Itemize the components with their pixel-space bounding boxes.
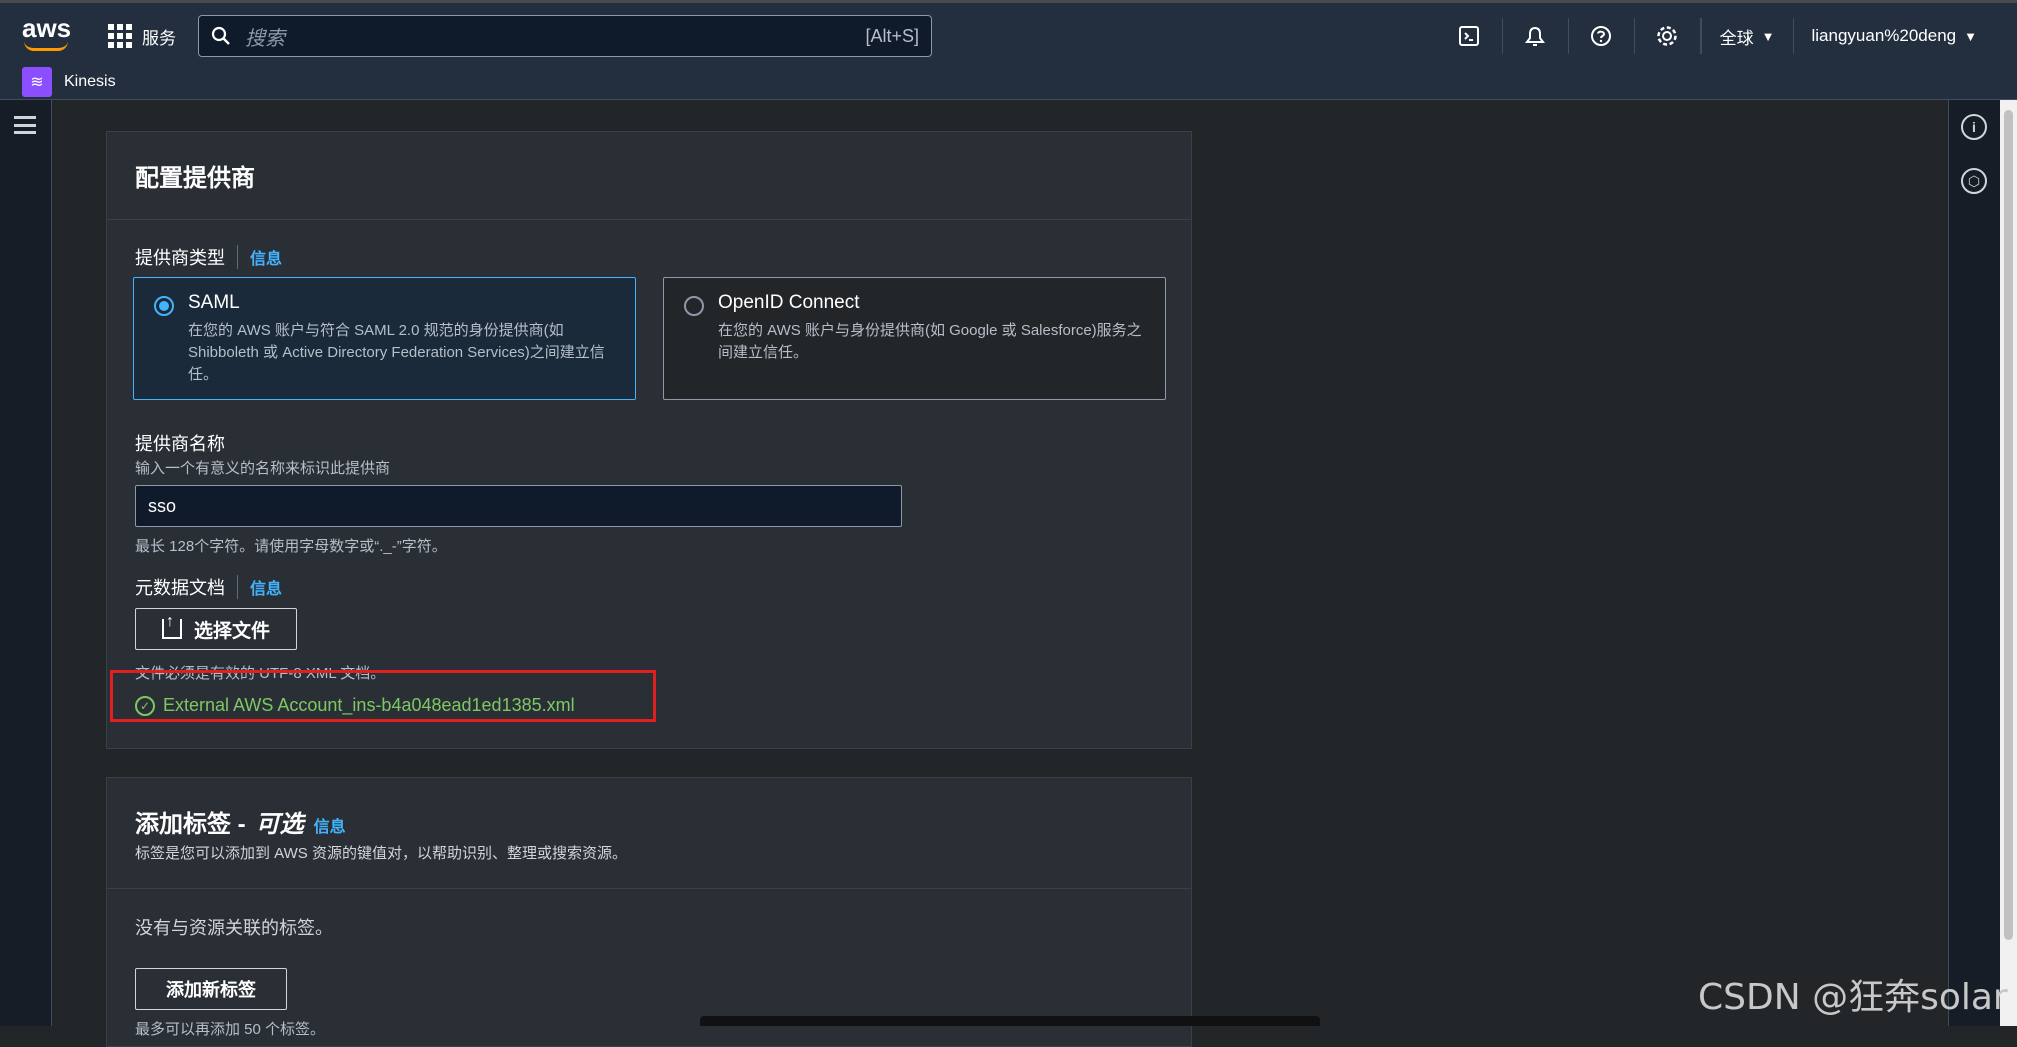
tags-title: 添加标签 - bbox=[135, 804, 246, 839]
search-shortcut: [Alt+S] bbox=[865, 26, 919, 47]
region-label: 全球 bbox=[1720, 24, 1754, 49]
openid-option-card[interactable]: OpenID Connect 在您的 AWS 账户与身份提供商(如 Google… bbox=[663, 277, 1166, 400]
aws-logo[interactable]: aws bbox=[22, 17, 70, 53]
metadata-info-link[interactable]: 信息 bbox=[237, 575, 282, 599]
notifications-button[interactable] bbox=[1503, 18, 1569, 54]
info-link[interactable]: 信息 bbox=[237, 245, 282, 269]
metadata-label-row: 元数据文档 信息 bbox=[135, 574, 282, 600]
right-tools-rail: i ⬡ bbox=[1948, 100, 2000, 1026]
metadata-label: 元数据文档 bbox=[135, 574, 225, 600]
tags-info-link[interactable]: 信息 bbox=[314, 813, 346, 837]
red-highlight-box bbox=[110, 670, 656, 722]
add-tags-panel: 添加标签 - 可选 信息 标签是您可以添加到 AWS 资源的键值对，以帮助识别、… bbox=[106, 777, 1192, 1047]
tags-description: 标签是您可以添加到 AWS 资源的键值对，以帮助识别、整理或搜索资源。 bbox=[135, 842, 627, 863]
panel-header: 配置提供商 bbox=[107, 132, 1191, 220]
watermark: CSDN @狂奔solar bbox=[1698, 968, 2008, 1020]
help-icon bbox=[1590, 25, 1612, 47]
openid-title: OpenID Connect bbox=[718, 292, 1145, 314]
divider bbox=[107, 888, 1191, 889]
caret-down-icon: ▼ bbox=[1964, 29, 1977, 44]
service-shortcut-bar: ≋ Kinesis bbox=[0, 64, 2017, 100]
bell-icon bbox=[1524, 25, 1546, 47]
feedback-icon[interactable]: ⬡ bbox=[1961, 168, 1987, 194]
bottom-bar bbox=[700, 1016, 1320, 1026]
search-icon bbox=[211, 26, 231, 46]
scrollbar-thumb[interactable] bbox=[2004, 110, 2013, 940]
provider-type-label: 提供商类型 bbox=[135, 244, 225, 270]
provider-name-constraint: 最长 128个字符。请使用字母数字或“._-”字符。 bbox=[135, 535, 447, 556]
account-label: liangyuan%20deng bbox=[1812, 26, 1957, 46]
provider-name-input[interactable]: sso bbox=[135, 485, 902, 527]
left-navigation-rail bbox=[0, 100, 52, 1026]
settings-button[interactable] bbox=[1635, 18, 1701, 54]
services-label: 服务 bbox=[142, 24, 176, 49]
kinesis-icon[interactable]: ≋ bbox=[22, 67, 52, 97]
region-selector[interactable]: 全球 ▼ bbox=[1701, 18, 1793, 54]
panel-title: 配置提供商 bbox=[135, 158, 255, 193]
add-tag-button[interactable]: 添加新标签 bbox=[135, 968, 287, 1010]
search-placeholder: 搜索 bbox=[245, 22, 865, 51]
info-icon[interactable]: i bbox=[1961, 114, 1987, 140]
kinesis-link[interactable]: Kinesis bbox=[64, 73, 116, 91]
help-button[interactable] bbox=[1569, 18, 1635, 54]
openid-radio[interactable] bbox=[684, 296, 704, 316]
saml-option-card[interactable]: SAML 在您的 AWS 账户与符合 SAML 2.0 规范的身份提供商(如 S… bbox=[133, 277, 636, 400]
grid-icon bbox=[108, 24, 132, 48]
account-menu[interactable]: liangyuan%20deng ▼ bbox=[1793, 18, 2017, 54]
choose-file-label: 选择文件 bbox=[194, 616, 270, 643]
provider-name-label: 提供商名称 bbox=[135, 430, 225, 456]
cloudshell-button[interactable] bbox=[1437, 18, 1503, 54]
saml-description: 在您的 AWS 账户与符合 SAML 2.0 规范的身份提供商(如 Shibbo… bbox=[188, 320, 615, 386]
configure-provider-panel: 配置提供商 提供商类型 信息 SAML 在您的 AWS 账户与符合 SAML 2… bbox=[106, 131, 1192, 749]
tags-title-row: 添加标签 - 可选 信息 bbox=[135, 804, 346, 839]
tag-limit-note: 最多可以再添加 50 个标签。 bbox=[135, 1018, 325, 1039]
saml-title: SAML bbox=[188, 292, 615, 314]
services-menu-button[interactable]: 服务 bbox=[108, 23, 176, 49]
search-input[interactable]: 搜索 [Alt+S] bbox=[198, 15, 932, 57]
provider-type-label-row: 提供商类型 信息 bbox=[135, 244, 282, 270]
top-navigation-bar: aws 服务 搜索 [Alt+S] 全球 ▼ liangyuan%20deng … bbox=[0, 0, 2017, 64]
menu-icon[interactable] bbox=[14, 116, 36, 134]
provider-name-description: 输入一个有意义的名称来标识此提供商 bbox=[135, 457, 390, 478]
no-tags-text: 没有与资源关联的标签。 bbox=[135, 914, 333, 940]
caret-down-icon: ▼ bbox=[1762, 29, 1775, 44]
choose-file-button[interactable]: 选择文件 bbox=[135, 608, 297, 650]
openid-description: 在您的 AWS 账户与身份提供商(如 Google 或 Salesforce)服… bbox=[718, 320, 1145, 364]
saml-radio[interactable] bbox=[154, 296, 174, 316]
provider-name-label-row: 提供商名称 bbox=[135, 430, 225, 456]
terminal-icon bbox=[1458, 25, 1480, 47]
aws-smile-icon bbox=[24, 41, 68, 51]
aws-logo-text: aws bbox=[22, 13, 71, 43]
add-tag-label: 添加新标签 bbox=[166, 976, 256, 1002]
top-icons-group: 全球 ▼ liangyuan%20deng ▼ bbox=[1437, 17, 2017, 55]
gear-icon bbox=[1656, 25, 1678, 47]
provider-name-value: sso bbox=[148, 496, 176, 517]
tags-optional: 可选 bbox=[256, 804, 304, 839]
upload-icon bbox=[162, 619, 182, 639]
